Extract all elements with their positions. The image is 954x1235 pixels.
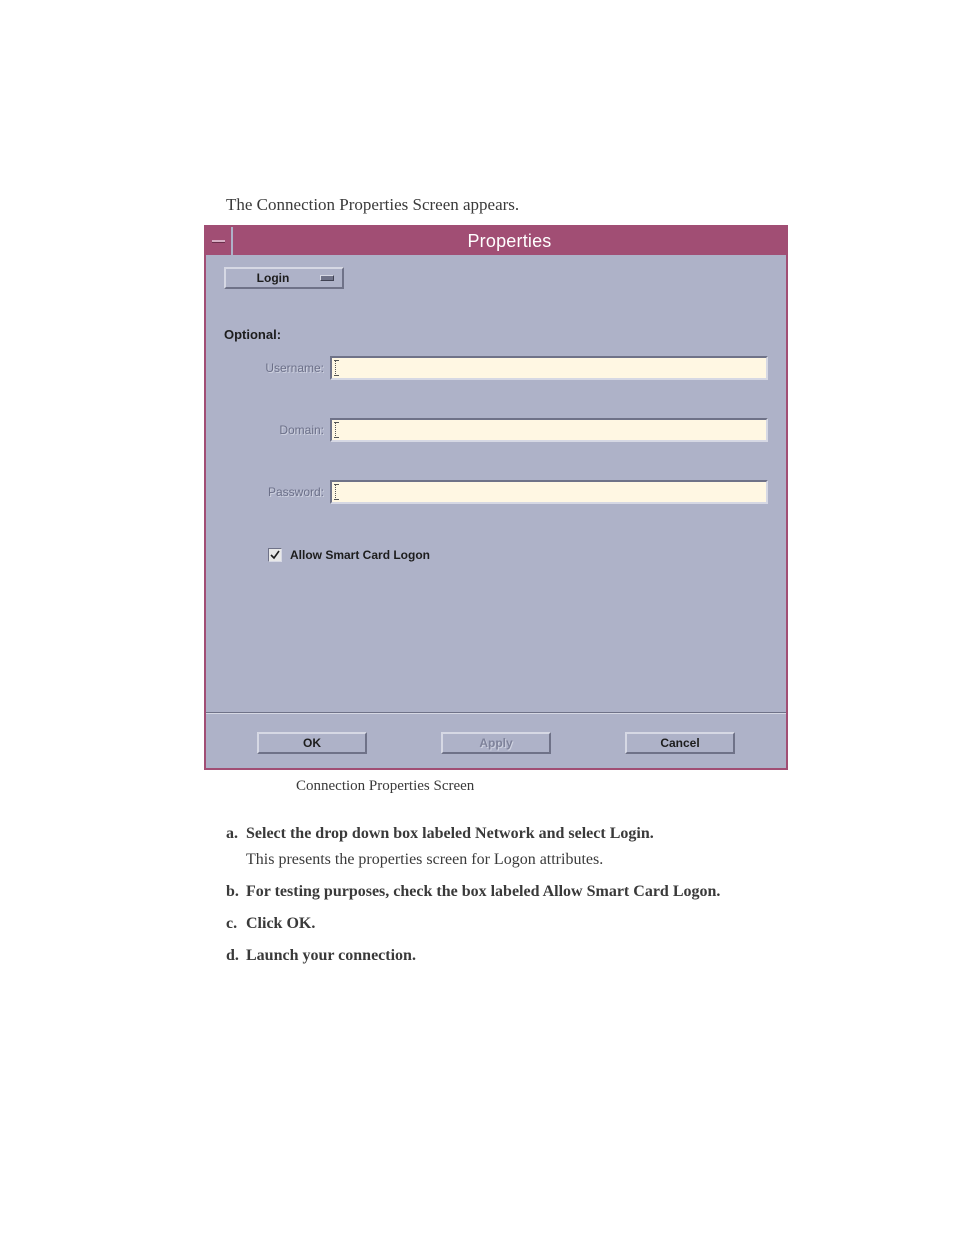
dialog-titlebar: Properties <box>206 227 786 255</box>
step-title: Click OK. <box>246 915 315 933</box>
step-title: Select the drop down box labeled Network… <box>246 825 654 843</box>
password-label: Password: <box>224 485 330 499</box>
username-input[interactable] <box>330 356 768 380</box>
system-menu-button[interactable] <box>206 227 233 255</box>
apply-button[interactable]: Apply <box>441 732 551 754</box>
step-title: For testing purposes, check the box labe… <box>246 883 720 901</box>
dropdown-icon <box>320 275 334 281</box>
dialog-buttons: OK Apply Cancel <box>224 732 768 754</box>
step-d: d. Launch your connection. <box>226 947 954 965</box>
dialog-body: Login Optional: Username: Domain: Passwo… <box>206 255 786 768</box>
step-b: b. For testing purposes, check the box l… <box>226 883 954 901</box>
dialog-title: Properties <box>233 227 786 255</box>
step-letter: a. <box>226 825 246 843</box>
password-row: Password: <box>224 480 768 504</box>
system-menu-icon <box>212 240 225 242</box>
step-letter: b. <box>226 883 246 901</box>
allow-smartcard-checkbox[interactable] <box>268 548 282 562</box>
step-c: c. Click OK. <box>226 915 954 933</box>
figure-caption: Connection Properties Screen <box>296 778 954 795</box>
domain-label: Domain: <box>224 423 330 437</box>
domain-row: Domain: <box>224 418 768 442</box>
smartcard-checkbox-row: Allow Smart Card Logon <box>268 548 768 562</box>
instruction-list: a. Select the drop down box labeled Netw… <box>226 825 954 965</box>
cancel-button[interactable]: Cancel <box>625 732 735 754</box>
domain-input[interactable] <box>330 418 768 442</box>
optional-section-label: Optional: <box>224 327 768 342</box>
step-letter: d. <box>226 947 246 965</box>
step-a: a. Select the drop down box labeled Netw… <box>226 825 954 869</box>
password-input[interactable] <box>330 480 768 504</box>
step-letter: c. <box>226 915 246 933</box>
username-row: Username: <box>224 356 768 380</box>
allow-smartcard-label: Allow Smart Card Logon <box>290 548 430 562</box>
document-page: The Connection Properties Screen appears… <box>0 0 954 1235</box>
step-title: Launch your connection. <box>246 947 416 965</box>
category-dropdown[interactable]: Login <box>224 267 344 289</box>
text-caret-icon <box>335 422 337 438</box>
properties-dialog: Properties Login Optional: Username: Dom… <box>204 225 788 770</box>
dropdown-label: Login <box>226 271 320 285</box>
button-separator <box>206 712 786 714</box>
check-icon <box>270 550 280 560</box>
ok-button[interactable]: OK <box>257 732 367 754</box>
step-subtext: This presents the properties screen for … <box>246 851 954 869</box>
text-caret-icon <box>335 484 337 500</box>
intro-text: The Connection Properties Screen appears… <box>226 195 954 215</box>
username-label: Username: <box>224 361 330 375</box>
text-caret-icon <box>335 360 337 376</box>
